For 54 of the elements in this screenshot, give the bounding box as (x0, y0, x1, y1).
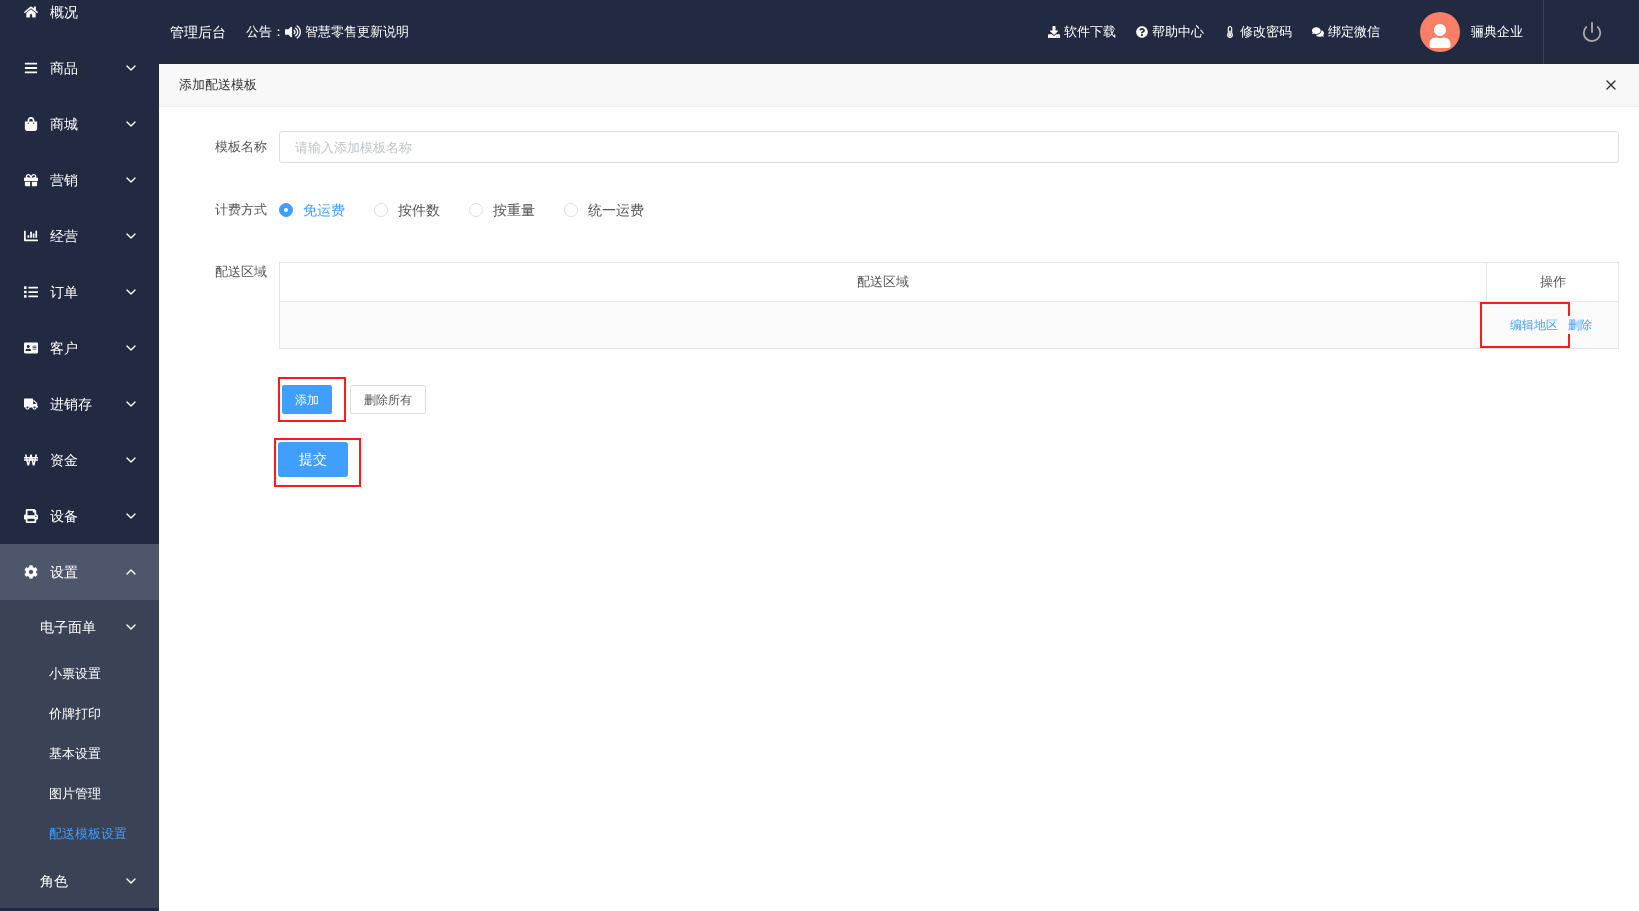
radio-option[interactable]: 统一运费 (564, 199, 644, 221)
header-link[interactable]: 软件下载 (1064, 22, 1116, 42)
notice-link[interactable]: 智慧零售更新说明 (305, 22, 409, 42)
sidebar-subitem[interactable]: 配送模板设置 (0, 814, 159, 854)
notice-label: 公告： (246, 23, 285, 42)
sidebar-item[interactable]: 进销存 (0, 376, 159, 432)
header-link[interactable]: 帮助中心 (1152, 22, 1204, 42)
delete-all-button[interactable]: 删除所有 (350, 385, 426, 414)
shopping-bag-icon (24, 117, 38, 131)
settings-icon (24, 565, 38, 579)
user-avatar[interactable] (1420, 12, 1460, 52)
sidebar-item[interactable]: 客户 (0, 320, 159, 376)
chat-icon (1312, 26, 1324, 38)
gift-icon (24, 173, 38, 187)
sidebar-item[interactable]: 商城 (0, 96, 159, 152)
download-icon (1048, 26, 1060, 38)
radio-option[interactable]: 按重量 (469, 199, 535, 221)
bar-chart-icon (24, 229, 38, 243)
sidebar-subitem[interactable]: 角色 (0, 854, 159, 908)
currency-icon (24, 453, 38, 467)
printer-icon (24, 509, 38, 523)
radio-option[interactable]: 按件数 (374, 199, 440, 221)
speaker-icon (285, 24, 301, 40)
sidebar-subitem[interactable]: 价牌打印 (0, 694, 159, 734)
table-header: 操作 (1538, 273, 1567, 292)
sidebar-item[interactable]: 资金 (0, 432, 159, 488)
sidebar-item[interactable]: 经营 (0, 208, 159, 264)
sidebar-item[interactable]: 商品 (0, 40, 159, 96)
header-link[interactable]: 绑定微信 (1328, 22, 1380, 42)
field-label: 配送区域 (214, 263, 268, 281)
field-label: 模板名称 (214, 138, 268, 157)
sidebar-subitem[interactable]: 基本设置 (0, 734, 159, 774)
sidebar-item[interactable]: 订单 (0, 264, 159, 320)
dialog-title: 添加配送模板 (179, 76, 258, 95)
table-header: 配送区域 (280, 263, 1487, 301)
sidebar-item[interactable]: 概况 (0, 0, 159, 40)
sidebar-item[interactable]: 营销 (0, 152, 159, 208)
thermometer-icon (1224, 26, 1236, 38)
header-link[interactable]: 修改密码 (1240, 22, 1292, 42)
help-icon (1136, 26, 1148, 38)
sidebar-subitem[interactable]: 电子面单 (0, 600, 159, 654)
list-icon (24, 285, 38, 299)
menu-icon (24, 61, 38, 75)
power-icon[interactable] (1580, 21, 1603, 43)
sidebar-subitem[interactable]: 小票设置 (0, 654, 159, 694)
id-card-icon (24, 341, 38, 355)
sidebar-item[interactable]: 设备 (0, 488, 159, 544)
truck-icon (24, 397, 38, 411)
template-name-input[interactable]: 请输入添加模板名称 (279, 131, 1619, 163)
field-label: 计费方式 (214, 201, 268, 220)
sidebar-subitem[interactable]: 图片管理 (0, 774, 159, 814)
app-title: 管理后台 (170, 22, 226, 42)
home-icon (24, 5, 38, 19)
user-name[interactable]: 骊典企业 (1471, 22, 1523, 42)
